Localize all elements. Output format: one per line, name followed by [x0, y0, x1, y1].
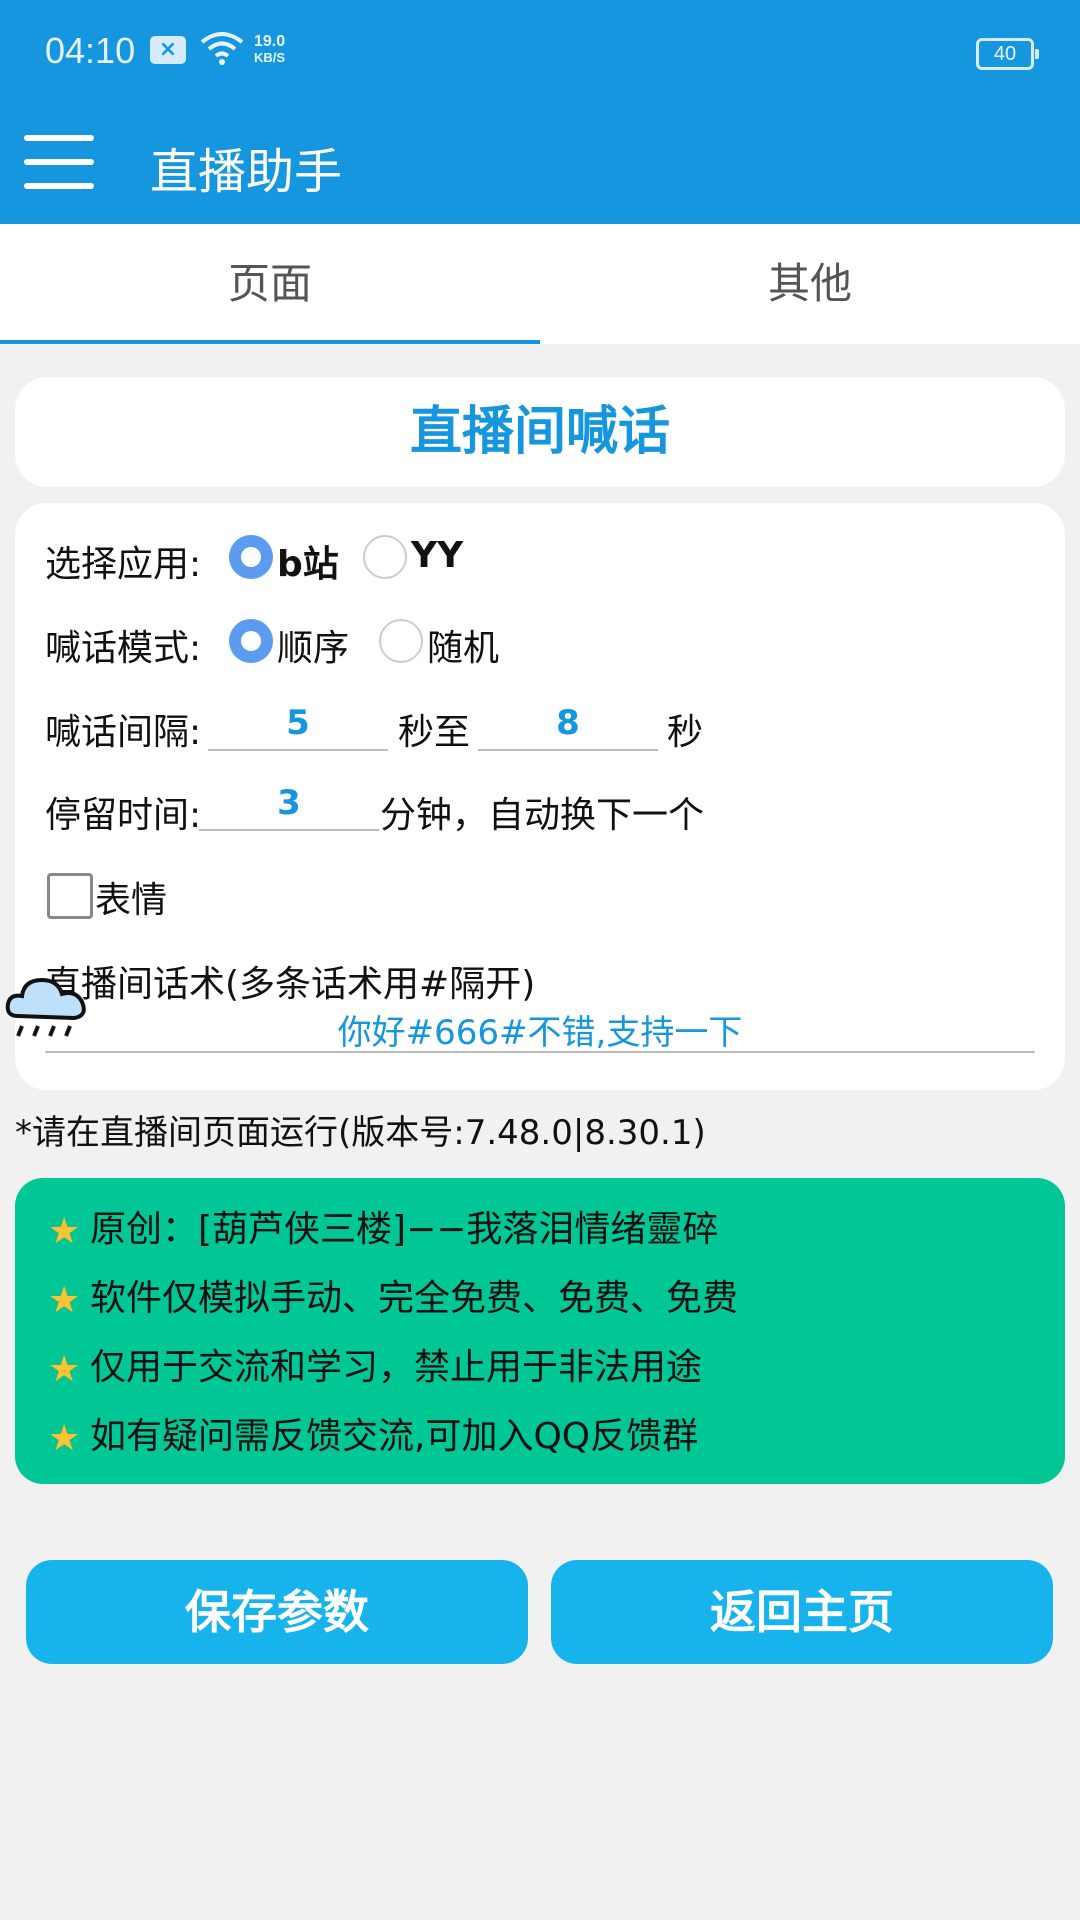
info-line: ★ 软件仅模拟手动、完全免费、免费、免费 — [48, 1269, 738, 1321]
info-panel: ★ 原创：[葫芦侠三楼]−−我落泪情绪靈碎 ★ 软件仅模拟手动、完全免费、免费、免费… — [15, 1178, 1065, 1484]
tab-other[interactable]: 其他 — [540, 224, 1080, 344]
battery-level: 40 — [993, 43, 1017, 65]
radio-random-label[interactable]: 随机 — [427, 619, 499, 671]
info-text: 软件仅模拟手动、完全免费、免费、免费 — [90, 1278, 739, 1319]
interval-max-input[interactable]: 8 — [478, 703, 658, 751]
info-text: 原创：[葫芦侠三楼]−−我落泪情绪靈碎 — [90, 1209, 719, 1250]
radio-bilibili-label[interactable]: b站 — [277, 535, 339, 587]
cloud-rain-icon[interactable] — [4, 972, 90, 1044]
settings-form: 选择应用: b站 YY 喊话模式: 顺序 随机 喊话间隔: 5 秒至 8 秒 停… — [15, 503, 1065, 1090]
version-notice: *请在直播间页面运行(版本号:7.48.0|8.30.1) — [15, 1113, 706, 1153]
wifi-icon — [200, 32, 244, 65]
star-icon: ★ — [48, 1279, 81, 1321]
interval-min-input[interactable]: 5 — [208, 703, 388, 751]
tab-page[interactable]: 页面 — [0, 224, 540, 344]
info-line: ★ 仅用于交流和学习，禁止用于非法用途 — [48, 1338, 702, 1390]
page-title: 直播间喊话 — [409, 402, 670, 462]
radio-sequential[interactable] — [229, 619, 273, 663]
top-app-bar: 04:10 × 19.0 KB/S 40 直播助手 — [0, 0, 1080, 224]
speed-unit: KB/S — [254, 50, 286, 65]
mode-label: 喊话模式: — [45, 628, 202, 669]
info-text: 如有疑问需反馈交流,可加入QQ反馈群 — [90, 1416, 699, 1457]
interval-between-label: 秒至 — [398, 712, 471, 753]
speed-value: 19.0 — [254, 33, 286, 50]
status-time: 04:10 — [45, 30, 136, 71]
network-speed: 19.0 KB/S — [254, 34, 285, 66]
info-line: ★ 原创：[葫芦侠三楼]−−我落泪情绪靈碎 — [48, 1200, 718, 1252]
battery-icon: 40 — [976, 38, 1039, 70]
notification-x-icon: × — [150, 36, 186, 64]
emoji-label[interactable]: 表情 — [95, 871, 167, 923]
info-line: ★ 如有疑问需反馈交流,可加入QQ反馈群 — [48, 1407, 698, 1459]
radio-yy-label[interactable]: YY — [411, 535, 463, 576]
script-label: 直播间话术(多条话术用#隔开) — [45, 964, 536, 1005]
radio-bilibili[interactable] — [229, 535, 273, 579]
save-params-button[interactable]: 保存参数 — [26, 1560, 528, 1664]
active-tab-indicator — [0, 340, 540, 344]
header-card: 直播间喊话 — [15, 377, 1065, 487]
stay-time-label: 停留时间: — [45, 795, 202, 836]
star-icon: ★ — [48, 1210, 81, 1252]
radio-sequential-label[interactable]: 顺序 — [277, 619, 349, 671]
app-title: 直播助手 — [150, 144, 343, 200]
return-home-button[interactable]: 返回主页 — [551, 1560, 1053, 1664]
interval-unit-label: 秒 — [667, 712, 704, 753]
stay-time-input[interactable]: 3 — [199, 783, 379, 831]
stay-time-suffix: 分钟，自动换下一个 — [380, 795, 705, 836]
radio-yy[interactable] — [363, 535, 407, 579]
emoji-checkbox[interactable] — [47, 873, 93, 919]
tab-bar: 页面 其他 — [0, 224, 1080, 344]
star-icon: ★ — [48, 1348, 81, 1390]
info-text: 仅用于交流和学习，禁止用于非法用途 — [90, 1347, 703, 1388]
star-icon: ★ — [48, 1417, 81, 1459]
script-input[interactable]: 你好#666#不错,支持一下 — [45, 1005, 1035, 1053]
select-app-label: 选择应用: — [45, 544, 202, 585]
hamburger-menu-icon[interactable] — [24, 135, 96, 193]
interval-label: 喊话间隔: — [45, 712, 202, 753]
radio-random[interactable] — [379, 619, 423, 663]
